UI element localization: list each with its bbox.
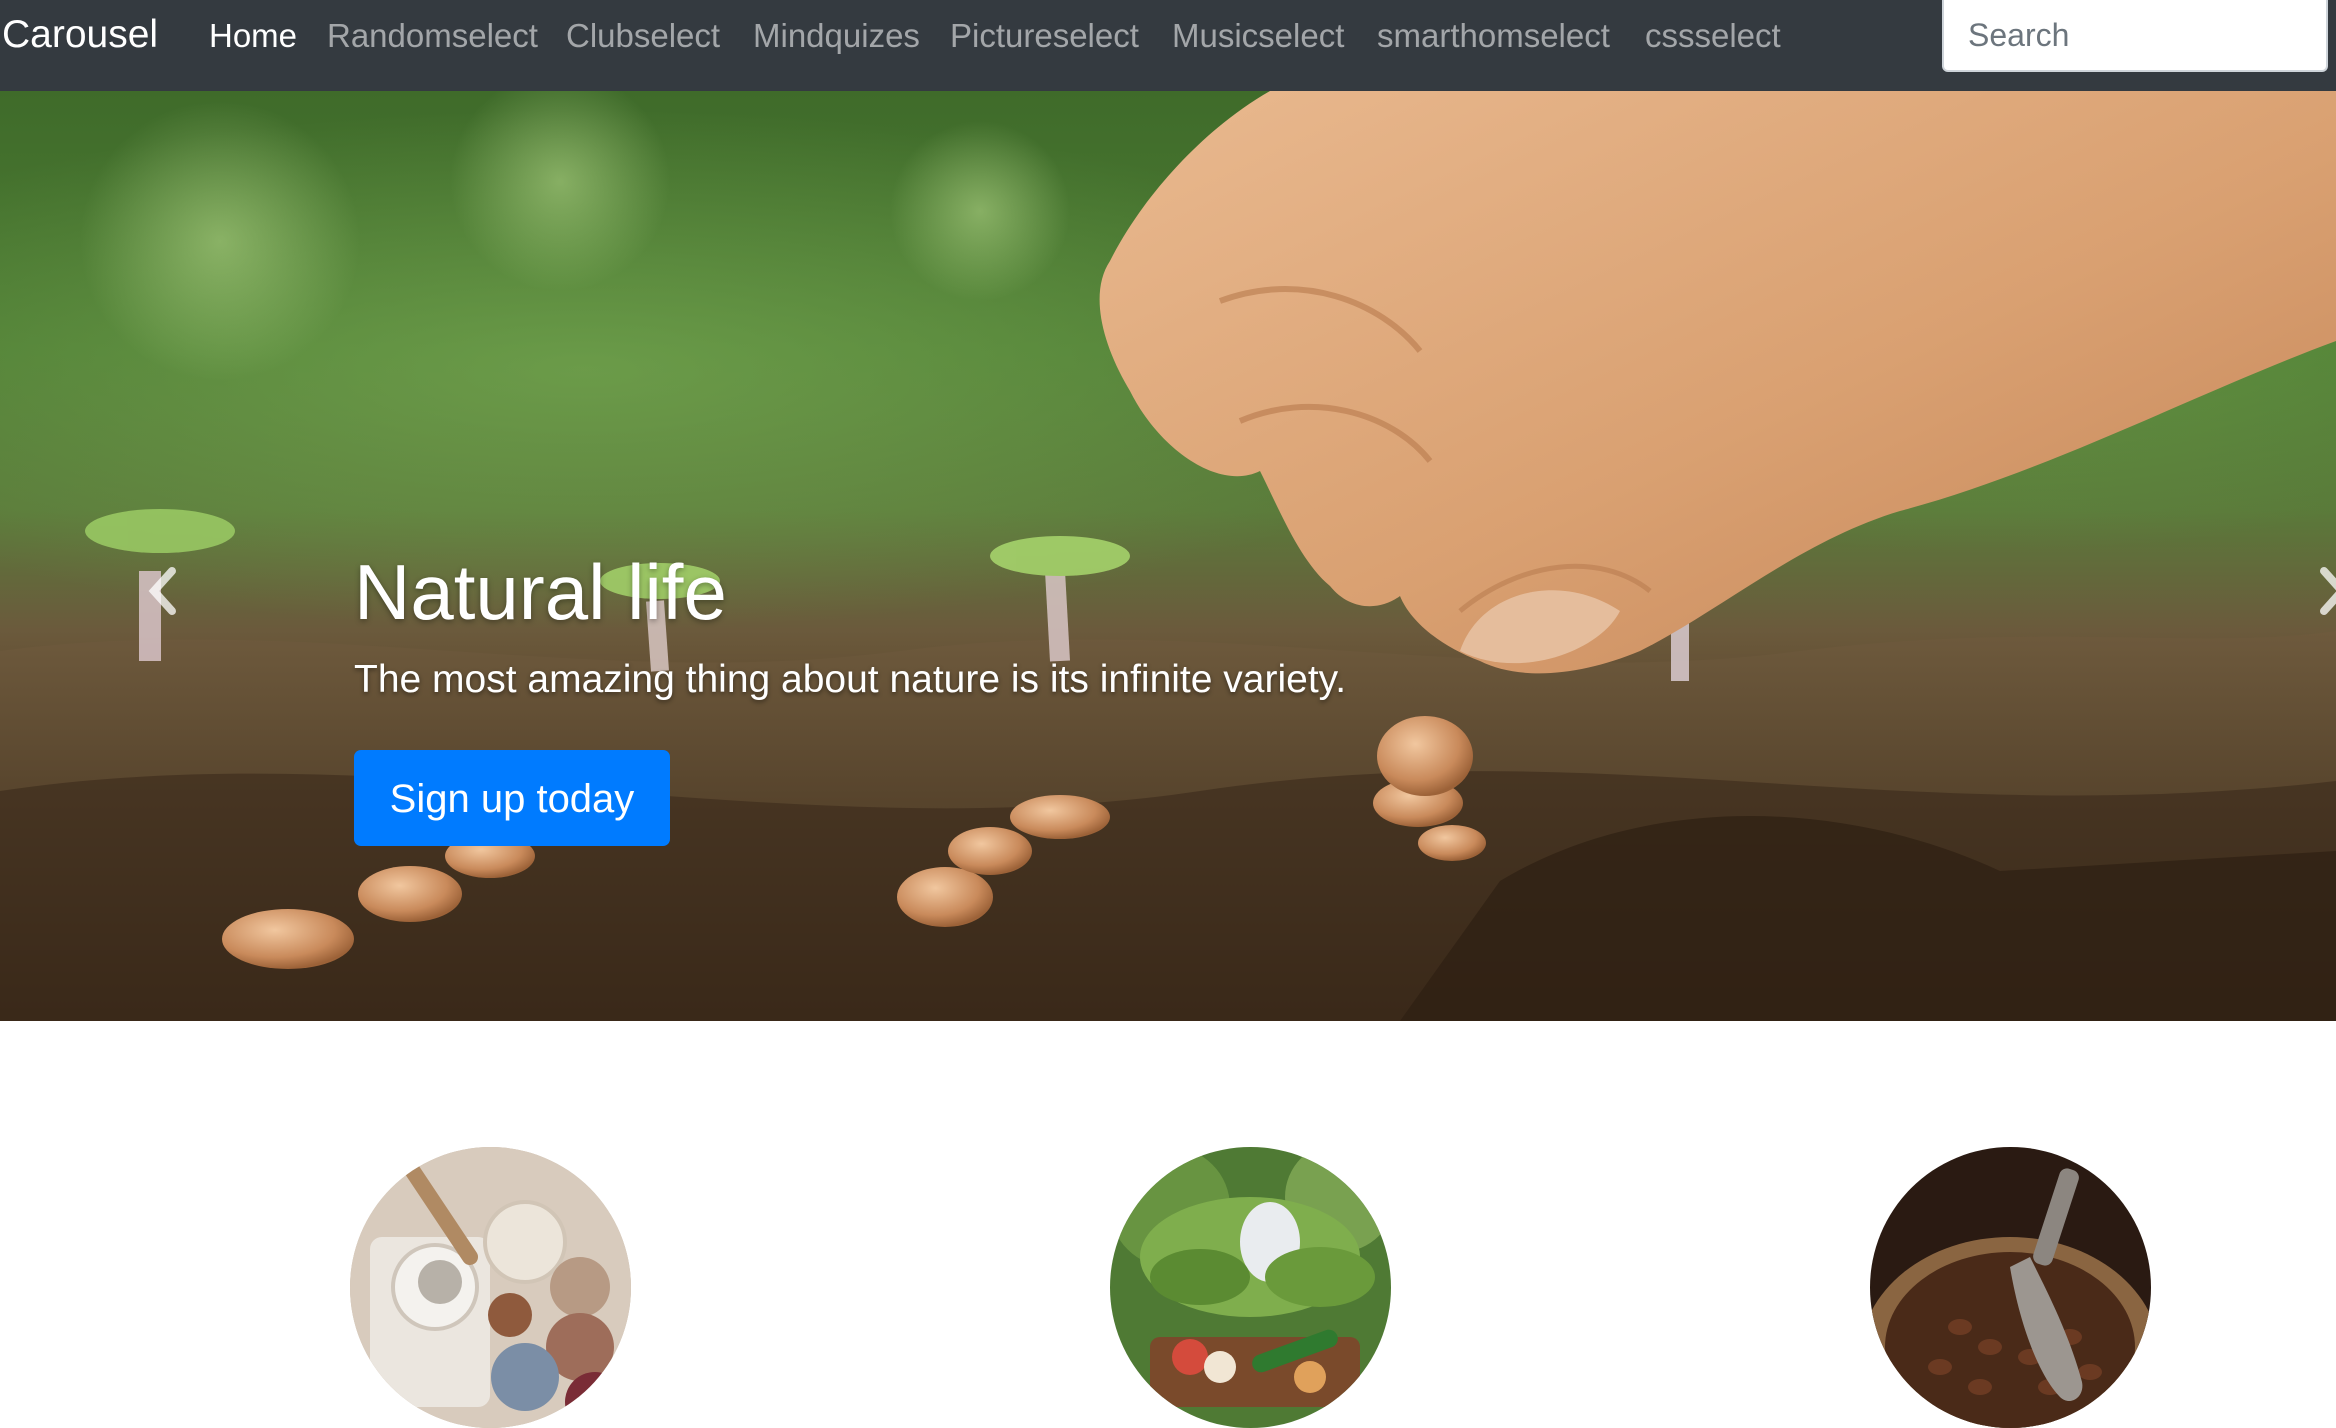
- carousel-prev-control[interactable]: [142, 561, 182, 621]
- top-navbar: Carousel Home Randomselect Clubselect Mi…: [0, 0, 2336, 91]
- carousel-description: The most amazing thing about nature is i…: [354, 658, 1347, 701]
- nav-item-mindquizes[interactable]: Mindquizes: [753, 15, 920, 57]
- carousel-caption: Natural life The most amazing thing abou…: [354, 546, 1554, 846]
- carousel-title: Natural life: [354, 548, 727, 636]
- marketing-image-coffee: [1870, 1147, 2151, 1428]
- nav-item-smarthomselect[interactable]: smarthomselect: [1377, 15, 1610, 57]
- nav-item-home[interactable]: Home: [209, 15, 297, 57]
- carousel-next-control[interactable]: [2316, 561, 2336, 621]
- nav-item-clubselect[interactable]: Clubselect: [566, 15, 720, 57]
- nav-item-musicselect[interactable]: Musicselect: [1172, 15, 1344, 57]
- coffee-beans-sack-image: [1870, 1147, 2151, 1428]
- nav-item-cssselect[interactable]: cssselect: [1645, 15, 1781, 57]
- chevron-left-icon: [148, 567, 176, 615]
- marketing-image-vegetables: [1110, 1147, 1391, 1428]
- marketing-image-spices: [350, 1147, 631, 1428]
- nav-item-pictureselect[interactable]: Pictureselect: [950, 15, 1139, 57]
- chevron-right-icon: [2320, 567, 2336, 615]
- navbar-brand[interactable]: Carousel: [2, 12, 158, 58]
- sign-up-button[interactable]: Sign up today: [354, 750, 670, 846]
- search-input[interactable]: [1942, 0, 2328, 72]
- spices-bowls-image: [350, 1147, 631, 1428]
- hero-carousel: Natural life The most amazing thing abou…: [0, 91, 2336, 1021]
- nav-item-randomselect[interactable]: Randomselect: [327, 15, 538, 57]
- vegetables-basket-image: [1110, 1147, 1391, 1428]
